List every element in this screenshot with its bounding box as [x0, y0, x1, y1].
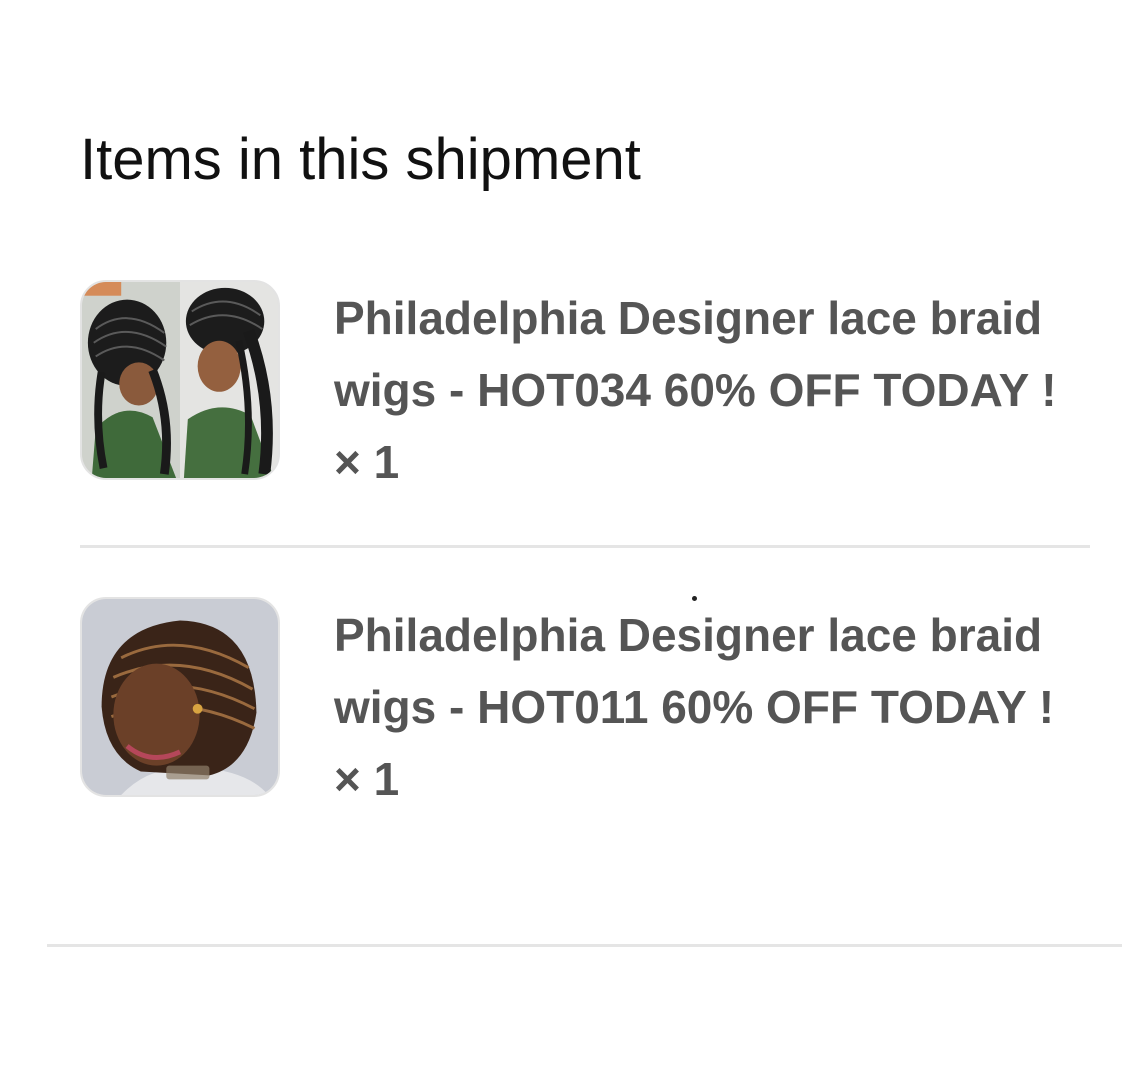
- item-divider: [80, 545, 1090, 548]
- shipment-item[interactable]: Philadelphia Designer lace braid wigs - …: [80, 280, 1090, 488]
- braided-bob-photo-icon: [82, 599, 278, 795]
- section-divider: [47, 944, 1122, 947]
- item-name[interactable]: Philadelphia Designer lace braid wigs - …: [334, 599, 1090, 815]
- product-thumbnail[interactable]: [80, 280, 280, 480]
- section-title: Items in this shipment: [80, 127, 641, 192]
- product-thumbnail[interactable]: [80, 597, 280, 797]
- shipment-item[interactable]: Philadelphia Designer lace braid wigs - …: [80, 597, 1090, 805]
- braids-photo-icon: [82, 282, 278, 478]
- item-name[interactable]: Philadelphia Designer lace braid wigs - …: [334, 282, 1090, 498]
